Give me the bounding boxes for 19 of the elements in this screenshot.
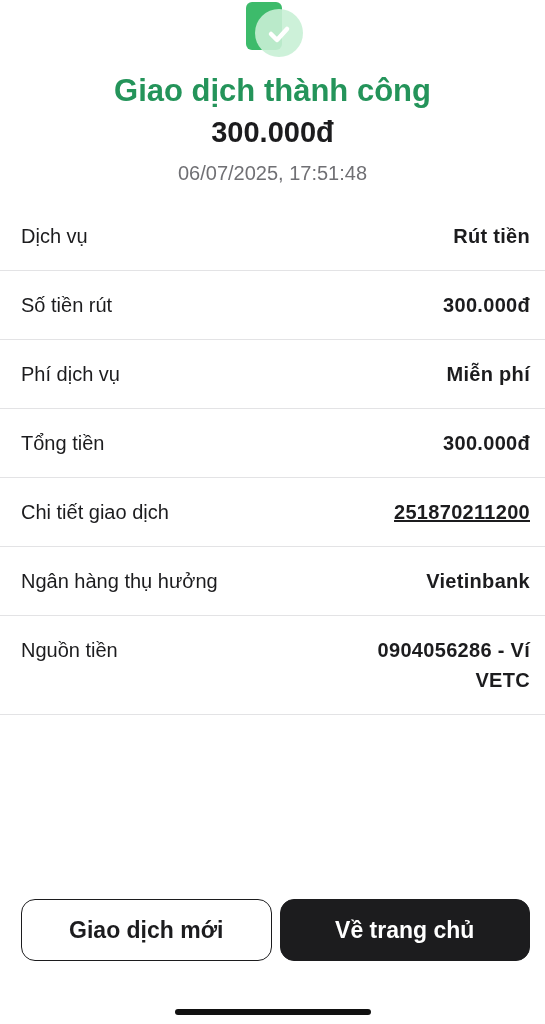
new-transaction-button[interactable]: Giao dịch mới [21, 899, 272, 961]
detail-label: Dịch vụ [21, 224, 88, 249]
datetime: 06/07/2025, 17:51:48 [176, 161, 369, 186]
detail-value: Rút tiền [453, 224, 530, 249]
home-button[interactable]: Về trang chủ [279, 899, 530, 961]
detail-label: Tổng tiền [21, 431, 105, 456]
detail-value: 300.000đ [443, 293, 530, 318]
detail-label: Nguồn tiền [21, 638, 118, 663]
detail-value: Miễn phí [446, 361, 530, 387]
detail-value: Vietinbank [426, 569, 530, 594]
detail-label: Ngân hàng thụ hưởng [21, 569, 218, 594]
detail-value: 0904056286 - Ví VETC [376, 638, 530, 693]
detail-label: Chi tiết giao dịch [21, 500, 169, 525]
detail-value: 300.000đ [443, 431, 530, 456]
transaction-link[interactable]: 251870211200 [394, 497, 530, 527]
status-title: Giao dịch thành công [113, 72, 432, 110]
amount: 300.000đ [210, 115, 335, 150]
detail-label: Phí dịch vụ [21, 362, 120, 387]
detail-label: Số tiền rút [21, 293, 113, 318]
